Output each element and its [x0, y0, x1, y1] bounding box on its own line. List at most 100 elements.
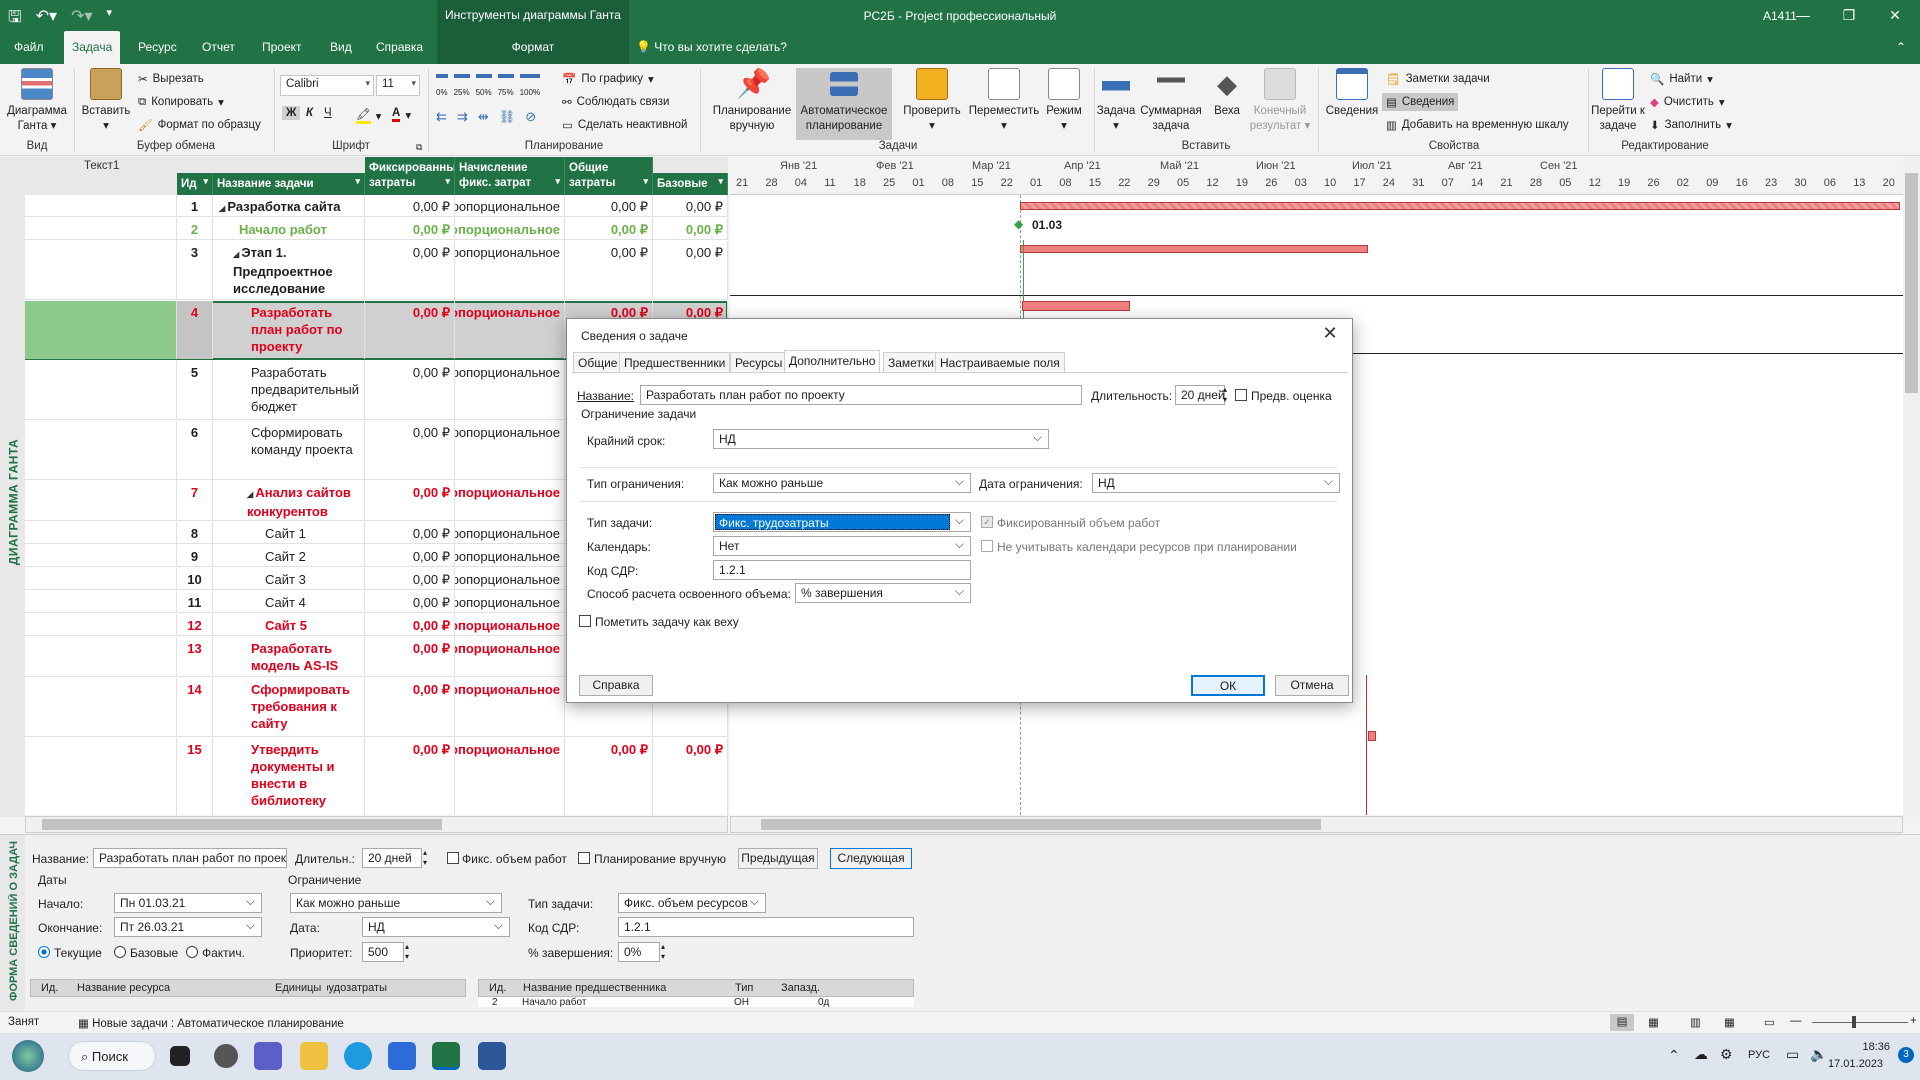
cell-name[interactable]: Сайт 5 — [213, 614, 365, 635]
cell-name[interactable]: Сформировать команду проекта — [213, 421, 365, 479]
pct-100-button[interactable]: 100% — [519, 74, 541, 97]
cell-name[interactable]: Сайт 4 — [213, 591, 365, 612]
tab-task[interactable]: Задача — [64, 31, 121, 64]
respect-links-button[interactable]: ⚯ Соблюдать связи — [562, 95, 669, 109]
form-fixed-work-checkbox[interactable] — [447, 852, 459, 864]
auto-schedule-button[interactable]: Автоматическое планирование — [796, 68, 892, 140]
tab-format[interactable]: Формат — [437, 31, 629, 64]
dialog-tab-resources[interactable]: Ресурсы — [730, 352, 788, 373]
cell-baseline[interactable]: 0,00 ₽ — [653, 241, 728, 299]
cell-id[interactable]: 4 — [177, 301, 213, 359]
cell-id[interactable]: 11 — [177, 591, 213, 612]
form-priority-spin-icon[interactable]: ▴ ▾ — [405, 942, 409, 962]
link-icon[interactable]: ⛓ — [499, 109, 516, 125]
tray-network-icon[interactable]: ☁ — [1694, 1046, 1708, 1063]
customize-qat-icon[interactable]: ▾ — [107, 6, 113, 33]
cell-accrual[interactable]: Пропорциональное — [455, 241, 565, 299]
zoom-out-icon[interactable]: — — [1790, 1015, 1802, 1027]
zoom-slider[interactable] — [1812, 1022, 1908, 1023]
cell-name[interactable]: Сайт 1 — [213, 522, 365, 543]
cell-total-cost[interactable]: 0,00 ₽ — [565, 195, 653, 216]
gantt-view-shortcut-icon[interactable]: ▤ — [1610, 1014, 1634, 1031]
form-task-type-select[interactable]: Фикс. объем ресурсов — [618, 893, 766, 913]
cell-accrual[interactable]: Пропорциональное — [455, 195, 565, 216]
tab-file[interactable]: Файл — [6, 31, 52, 64]
goto-task-button[interactable]: Перейти к задаче — [1590, 68, 1646, 134]
cell-id[interactable]: 1 — [177, 195, 213, 216]
tray-date[interactable]: 17.01.2023 — [1828, 1058, 1883, 1070]
redo-icon[interactable]: ↷▾ — [71, 6, 92, 33]
cell-name[interactable]: Утвердить документы и внести в библиотек… — [213, 738, 365, 815]
save-icon[interactable]: 🖫 — [8, 6, 22, 33]
start-icon[interactable] — [12, 1040, 44, 1072]
summary-bar-project[interactable] — [1020, 202, 1900, 210]
form-previous-button[interactable]: Предыдущая — [738, 848, 818, 869]
col-header-baseline[interactable]: Базовые ▾ — [653, 173, 728, 195]
form-start-select[interactable]: Пн 01.03.21 — [114, 893, 262, 913]
pct-50-button[interactable]: 50% — [475, 74, 492, 97]
row-indicator[interactable] — [25, 591, 177, 612]
undo-icon[interactable]: ↶▾ — [36, 6, 57, 33]
tray-settings-icon[interactable]: ⚙ — [1720, 1046, 1733, 1063]
font-family-select[interactable]: Calibri — [280, 75, 374, 96]
task-bar-15[interactable] — [1368, 731, 1376, 741]
dialog-cancel-button[interactable]: Отмена — [1275, 675, 1349, 696]
cell-baseline[interactable]: 0,00 ₽ — [653, 218, 728, 239]
dialog-tab-predecessors[interactable]: Предшественники — [619, 352, 731, 373]
cell-total-cost[interactable]: 0,00 ₽ — [565, 241, 653, 299]
row-indicator[interactable] — [25, 195, 177, 216]
cell-fixed-cost[interactable]: 0,00 ₽ — [365, 678, 455, 736]
cell-accrual[interactable]: Пропорциональное — [455, 421, 565, 479]
form-finish-select[interactable]: Пт 26.03.21 — [114, 917, 262, 937]
form-name-input[interactable]: Разработать план работ по проекту — [93, 848, 287, 868]
predecessor-row[interactable]: 2 Начало работ ОН 0д — [478, 997, 914, 1007]
format-painter-button[interactable]: 🖌 Формат по образцу — [138, 118, 261, 132]
tray-time[interactable]: 18:36 — [1850, 1041, 1890, 1053]
duration-spin-icon[interactable]: ▴ ▾ — [1223, 385, 1227, 405]
cell-total-cost[interactable]: 0,00 ₽ — [565, 218, 653, 239]
cell-accrual[interactable]: Пропорциональное — [455, 614, 565, 635]
cell-name[interactable]: Разработать план работ по проекту — [213, 301, 365, 359]
cell-accrual[interactable]: Пропорциональное — [455, 738, 565, 815]
split-icon[interactable]: ⇹ — [478, 109, 489, 125]
table-row[interactable]: 15 Утвердить документы и внести в библиот… — [25, 738, 728, 815]
add-to-timeline-button[interactable]: ▥ Добавить на временную шкалу — [1386, 118, 1569, 132]
cell-accrual[interactable]: Пропорциональное — [455, 637, 565, 676]
bold-button[interactable]: Ж — [282, 106, 301, 120]
cell-fixed-cost[interactable]: 0,00 ₽ — [365, 738, 455, 815]
insert-task-button[interactable]: Задача ▾ — [1096, 68, 1136, 134]
zoom-slider-thumb[interactable] — [1852, 1016, 1856, 1028]
cell-accrual[interactable]: Пропорциональное — [455, 301, 565, 359]
move-button[interactable]: Переместить ▾ — [964, 68, 1044, 134]
details-button[interactable]: ▤ Сведения — [1382, 93, 1459, 111]
table-row[interactable]: 2Начало работ0,00 ₽Пропорциональное0,00 … — [25, 218, 728, 240]
constraint-type-select[interactable]: Как можно раньше — [713, 473, 971, 493]
pct-25-button[interactable]: 25% — [453, 74, 470, 97]
form-date-select[interactable]: НД — [362, 917, 510, 937]
form-next-button[interactable]: Следующая — [830, 848, 912, 869]
form-duration-spin-icon[interactable]: ▴ ▾ — [423, 848, 427, 868]
cell-id[interactable]: 15 — [177, 738, 213, 815]
project-app-icon[interactable] — [432, 1042, 460, 1070]
font-color-button[interactable]: A ▾ — [392, 107, 411, 122]
cell-fixed-cost[interactable]: 0,00 ₽ — [365, 218, 455, 239]
task-type-select[interactable]: Фикс. трудозатраты — [713, 512, 971, 532]
store-icon[interactable] — [388, 1042, 416, 1070]
taskbar-search[interactable]: ⌕ Поиск — [68, 1041, 156, 1071]
table-horizontal-scrollbar[interactable] — [25, 816, 728, 833]
cell-id[interactable]: 12 — [177, 614, 213, 635]
cell-name[interactable]: ◢ Анализ сайтов конкурентов — [213, 481, 365, 520]
copy-button[interactable]: ⧉ Копировать ▾ — [138, 95, 224, 110]
find-button[interactable]: 🔍 Найти ▾ — [1650, 72, 1713, 86]
close-window-icon[interactable]: ✕ — [1872, 0, 1918, 31]
inspect-button[interactable]: Проверить ▾ — [898, 68, 966, 134]
pct-0-button[interactable]: 0% — [436, 74, 448, 97]
cell-id[interactable]: 13 — [177, 637, 213, 676]
pct-75-button[interactable]: 75% — [497, 74, 514, 97]
cell-fixed-cost[interactable]: 0,00 ₽ — [365, 614, 455, 635]
constraint-date-select[interactable]: НД — [1092, 473, 1340, 493]
cell-id[interactable]: 5 — [177, 361, 213, 419]
row-indicator[interactable] — [25, 637, 177, 676]
tab-view[interactable]: Вид — [322, 31, 360, 64]
cut-button[interactable]: ✂ Вырезать — [138, 72, 204, 86]
